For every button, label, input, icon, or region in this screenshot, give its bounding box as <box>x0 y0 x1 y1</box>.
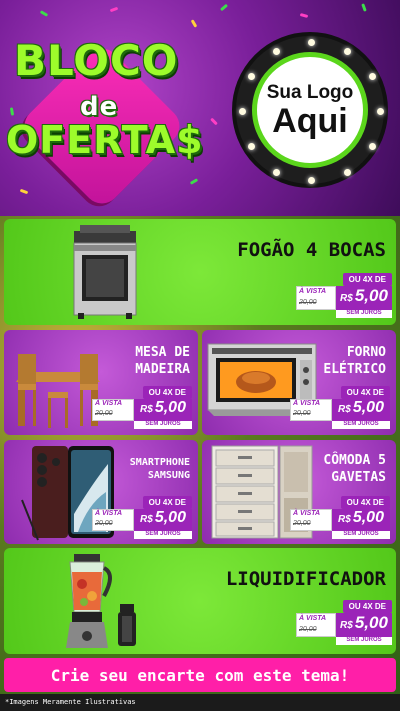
product-name-dresser: CÔMODA 5 GAVETAS <box>323 453 386 485</box>
currency: R$ <box>140 404 153 415</box>
product-name-table: MESA DE MADEIRA <box>135 345 190 377</box>
product-card-smartphone[interactable]: SMARTPHONE SAMSUNG OU 4X DE À VISTA 20,0… <box>4 440 198 544</box>
blender-icon <box>66 554 136 648</box>
no-interest-label: SEM JUROS <box>336 310 392 318</box>
disclaimer-text: *Imagens Meramente Ilustrativas <box>0 694 400 711</box>
price-tag-smartphone: OU 4X DE À VISTA 20,00 R$ 5,00 SEM JUROS <box>92 496 192 540</box>
price-value: 5,00 <box>154 399 186 416</box>
installments-label: OU 4X DE <box>142 496 192 509</box>
installments-label: OU 4X DE <box>340 496 390 509</box>
product-name-oven: FORNO ELÉTRICO <box>323 345 386 377</box>
price-value: 5,00 <box>352 399 384 416</box>
old-price: 20,00 <box>299 626 317 633</box>
old-price: 20,00 <box>299 299 317 306</box>
sale-price: R$ 5,00 <box>134 509 192 531</box>
old-price: 20,00 <box>293 520 311 527</box>
no-interest-label: SEM JUROS <box>332 531 390 539</box>
logo-placeholder: Sua Logo Aqui <box>232 32 388 188</box>
old-price: 20,00 <box>95 520 113 527</box>
product-name-stove: FOGÃO 4 BOCAS <box>237 239 386 261</box>
price-tag-blender: OU 4X DE À VISTA 20,00 R$ 5,00 SEM JUROS <box>296 600 392 646</box>
no-interest-label: SEM JUROS <box>332 421 390 429</box>
title-ofertas: OFERTA$ <box>6 118 204 162</box>
installments-label: OU 4X DE <box>342 273 392 286</box>
product-card-blender[interactable]: LIQUIDIFICADOR OU 4X DE À VISTA 20,00 R$… <box>4 548 396 654</box>
header-banner: BLOCO de OFERTA$ Sua Logo Aqui <box>0 0 400 216</box>
currency: R$ <box>140 514 153 525</box>
installments-label: OU 4X DE <box>340 386 390 399</box>
sale-price: R$ 5,00 <box>332 399 390 421</box>
logo-circle: Sua Logo Aqui <box>252 52 368 168</box>
cash-label: À VISTA <box>95 400 123 407</box>
old-price: 20,00 <box>95 410 113 417</box>
sale-price: R$ 5,00 <box>336 286 392 310</box>
stove-icon <box>73 225 137 319</box>
product-card-oven[interactable]: FORNO ELÉTRICO OU 4X DE À VISTA 20,00 R$… <box>202 330 396 435</box>
logo-text-top: Sua Logo <box>266 82 354 103</box>
cta-banner: Crie seu encarte com este tema! <box>4 658 396 692</box>
price-value: 5,00 <box>354 286 388 305</box>
price-tag-stove: OU 4X DE À VISTA 20,00 R$ 5,00 SEM JUROS <box>296 273 392 319</box>
currency: R$ <box>340 620 353 631</box>
price-value: 5,00 <box>352 509 384 526</box>
title-bloco: BLOCO <box>14 36 179 85</box>
product-card-table[interactable]: MESA DE MADEIRA OU 4X DE À VISTA 20,00 R… <box>4 330 198 435</box>
old-price: 20,00 <box>293 410 311 417</box>
sale-price: R$ 5,00 <box>134 399 192 421</box>
cash-label: À VISTA <box>299 288 327 295</box>
sale-price: R$ 5,00 <box>332 509 390 531</box>
installments-label: OU 4X DE <box>142 386 192 399</box>
cash-label: À VISTA <box>95 510 123 517</box>
price-value: 5,00 <box>354 613 388 632</box>
no-interest-label: SEM JUROS <box>134 421 192 429</box>
installments-label: OU 4X DE <box>342 600 392 613</box>
price-tag-dresser: OU 4X DE À VISTA 20,00 R$ 5,00 SEM JUROS <box>290 496 390 540</box>
currency: R$ <box>338 404 351 415</box>
no-interest-label: SEM JUROS <box>336 637 392 645</box>
currency: R$ <box>338 514 351 525</box>
no-interest-label: SEM JUROS <box>134 531 192 539</box>
cash-label: À VISTA <box>293 400 321 407</box>
cash-label: À VISTA <box>299 615 327 622</box>
price-value: 5,00 <box>154 509 186 526</box>
logo-text-bottom: Aqui <box>272 102 348 140</box>
product-card-stove[interactable]: FOGÃO 4 BOCAS OU 4X DE À VISTA 20,00 R$ … <box>4 219 396 325</box>
cash-label: À VISTA <box>293 510 321 517</box>
price-tag-oven: OU 4X DE À VISTA 20,00 R$ 5,00 SEM JUROS <box>290 386 390 430</box>
product-name-blender: LIQUIDIFICADOR <box>225 568 386 590</box>
product-name-smartphone: SMARTPHONE SAMSUNG <box>129 457 190 481</box>
currency: R$ <box>340 293 353 304</box>
price-tag-table: OU 4X DE À VISTA 20,00 R$ 5,00 SEM JUROS <box>92 386 192 430</box>
sale-price: R$ 5,00 <box>336 613 392 637</box>
product-card-dresser[interactable]: CÔMODA 5 GAVETAS OU 4X DE À VISTA 20,00 … <box>202 440 396 544</box>
